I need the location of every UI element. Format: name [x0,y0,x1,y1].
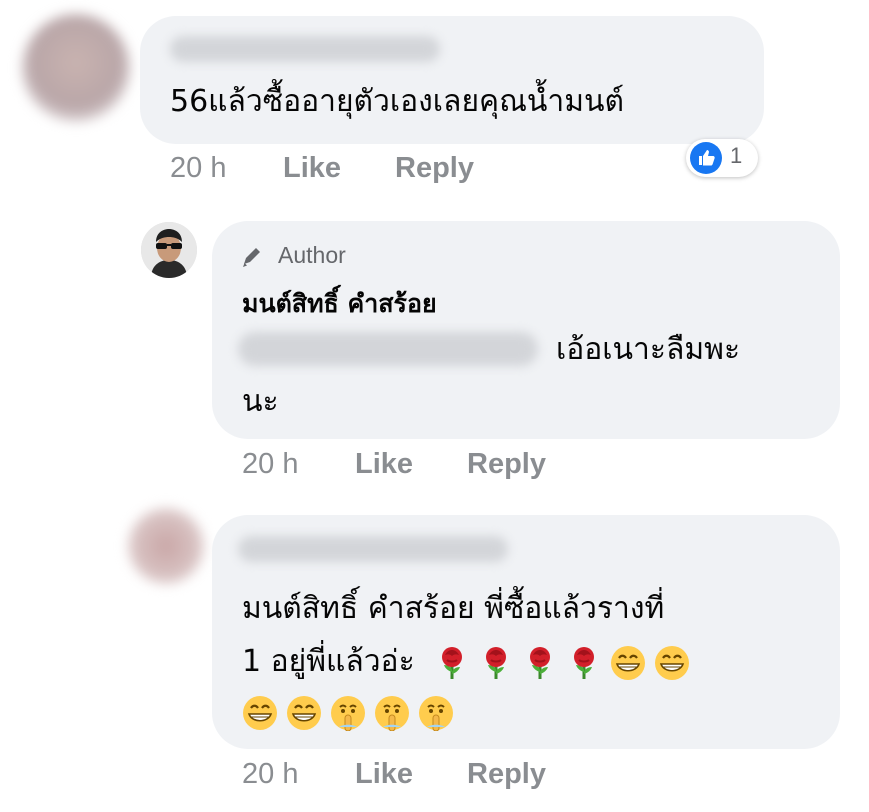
author-avatar[interactable] [141,222,197,278]
like-button[interactable]: Like [355,448,413,481]
rose-icon [522,645,558,681]
grinning-face-icon [654,645,690,681]
author-name[interactable]: มนต์สิทธิ์ คำสร้อย [242,284,437,324]
comment-text-line1: มนต์สิทธิ์ คำสร้อย พี่ซื้อแล้วรางที่ [242,591,665,626]
reaction-summary[interactable]: 1 [686,139,758,177]
comment-time[interactable]: 20 h [170,152,226,185]
reaction-count: 1 [730,143,743,168]
reply-button[interactable]: Reply [467,758,546,791]
author-badge: Author [278,242,346,268]
blurred-commenter-name[interactable] [170,36,440,62]
reply-button[interactable]: Reply [467,448,546,481]
comment-text-line3 [242,690,462,734]
grinning-face-icon [610,645,646,681]
emoji-row [434,644,698,681]
rose-icon [434,645,470,681]
commenter-avatar[interactable] [128,508,204,584]
comment-text-line2: 1 อยู่พี่แล้วอ่ะ [242,640,698,684]
grinning-face-icon [242,695,278,731]
author-comment-text-line2: นะ [242,384,279,419]
like-reaction-icon [690,142,722,174]
shushing-face-icon [418,695,454,731]
pencil-icon [240,244,266,274]
rose-icon [478,645,514,681]
like-button[interactable]: Like [355,758,413,791]
commenter-avatar[interactable] [22,14,130,122]
comment-time[interactable]: 20 h [242,448,298,481]
author-comment-text-line1: เอ้อเนาะลืมพะ [556,332,741,367]
comment-text: 56แล้วซื้ออายุตัวเองเลยคุณน้ำมนต์ [170,84,625,119]
like-button[interactable]: Like [283,152,341,185]
emoji-row [242,694,462,731]
comment-time[interactable]: 20 h [242,758,298,791]
grinning-face-icon [286,695,322,731]
comment-text-line2-text: 1 อยู่พี่แล้วอ่ะ [242,644,415,679]
blurred-commenter-name[interactable] [238,536,508,562]
reply-button[interactable]: Reply [395,152,474,185]
shushing-face-icon [330,695,366,731]
shushing-face-icon [374,695,410,731]
blurred-mention[interactable] [238,332,538,366]
rose-icon [566,645,602,681]
